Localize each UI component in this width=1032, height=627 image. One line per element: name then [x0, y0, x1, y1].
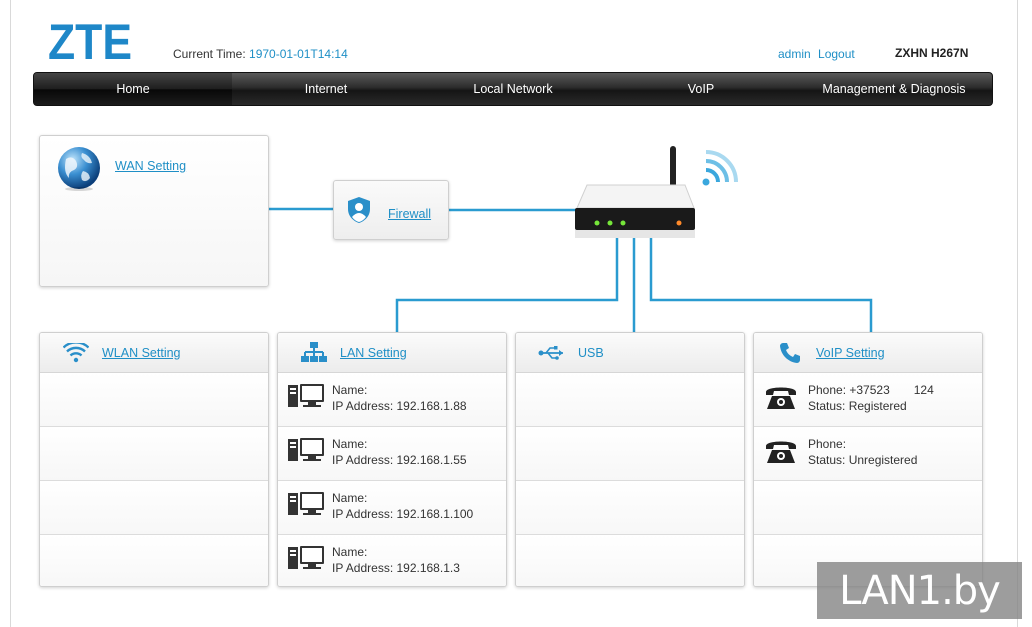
wlan-setting-link[interactable]: WLAN Setting [102, 346, 181, 360]
device-name: Name: [332, 437, 368, 451]
current-time-label: Current Time: [173, 47, 246, 61]
lan-panel: LAN Setting Name: IP Address: 192.168.1.… [277, 332, 507, 587]
lan-device-row[interactable]: Name: IP Address: 192.168.1.55 [278, 427, 506, 481]
lan-device-row[interactable]: Name: IP Address: 192.168.1.88 [278, 373, 506, 427]
list-item [754, 481, 982, 535]
admin-link[interactable]: admin [778, 47, 811, 61]
wlan-panel: WLAN Setting [39, 332, 269, 587]
lan-device-row[interactable]: Name: IP Address: 192.168.1.3 [278, 535, 506, 586]
tab-local-network[interactable]: Local Network [420, 73, 606, 105]
usb-panel-header: USB [516, 333, 744, 373]
firewall-card: Firewall [333, 180, 449, 240]
list-item [40, 481, 268, 535]
current-time: Current Time: 1970-01-01T14:14 [173, 47, 348, 61]
voip-phone: Phone: +37523 124 [808, 383, 934, 397]
voip-status: Status: Unregistered [808, 453, 918, 467]
voip-line-row[interactable]: Phone: Status: Unregistered [754, 427, 982, 481]
list-item [516, 427, 744, 481]
lan-device-row[interactable]: Name: IP Address: 192.168.1.100 [278, 481, 506, 535]
logout-link[interactable]: Logout [818, 47, 855, 61]
voip-panel-header: VoIP Setting [754, 333, 982, 373]
globe-icon [56, 145, 102, 194]
list-item [516, 535, 744, 586]
wifi-signal-icon [700, 148, 740, 191]
zte-logo: ZTE [48, 17, 134, 63]
usb-panel: USB [515, 332, 745, 587]
list-item [40, 535, 268, 586]
device-ip: IP Address: 192.168.1.100 [332, 507, 474, 521]
user-links: admin Logout [778, 47, 859, 61]
wan-card: WAN Setting [39, 135, 269, 287]
wlan-panel-header: WLAN Setting [40, 333, 268, 373]
voip-status: Status: Registered [808, 399, 907, 413]
device-ip: IP Address: 192.168.1.3 [332, 561, 460, 575]
device-model: ZXHN H267N [895, 46, 969, 60]
network-icon [300, 341, 328, 365]
tab-home[interactable]: Home [34, 73, 232, 105]
device-ip: IP Address: 192.168.1.55 [332, 453, 467, 467]
list-item [40, 373, 268, 427]
telephone-icon [764, 437, 798, 468]
current-time-value: 1970-01-01T14:14 [249, 47, 348, 61]
router-icon [573, 143, 697, 246]
wifi-icon [62, 341, 90, 365]
lan-panel-header: LAN Setting [278, 333, 506, 373]
computer-icon [288, 437, 326, 466]
tab-internet[interactable]: Internet [232, 73, 420, 105]
wan-setting-link[interactable]: WAN Setting [115, 159, 186, 173]
list-item [516, 373, 744, 427]
tab-management-diagnosis[interactable]: Management & Diagnosis [796, 73, 992, 105]
phone-icon [776, 341, 804, 365]
voip-setting-link[interactable]: VoIP Setting [816, 346, 885, 360]
list-item [40, 427, 268, 481]
lan-setting-link[interactable]: LAN Setting [340, 346, 407, 360]
voip-panel: VoIP Setting Phone: +37523 124 Status: R… [753, 332, 983, 587]
main-nav: Home Internet Local Network VoIP Managem… [33, 72, 993, 106]
firewall-link[interactable]: Firewall [388, 207, 431, 221]
voip-phone: Phone: [808, 437, 847, 451]
computer-icon [288, 383, 326, 412]
usb-label: USB [578, 345, 604, 360]
device-ip: IP Address: 192.168.1.88 [332, 399, 467, 413]
voip-line-row[interactable]: Phone: +37523 124 Status: Registered [754, 373, 982, 427]
device-name: Name: [332, 383, 368, 397]
computer-icon [288, 491, 326, 520]
shield-icon [347, 196, 371, 227]
device-name: Name: [332, 491, 368, 505]
device-name: Name: [332, 545, 368, 559]
tab-voip[interactable]: VoIP [606, 73, 796, 105]
list-item [516, 481, 744, 535]
svg-text:ZTE: ZTE [48, 17, 132, 63]
watermark: LAN1.by [817, 562, 1022, 619]
computer-icon [288, 545, 326, 574]
usb-icon [538, 341, 566, 365]
telephone-icon [764, 383, 798, 414]
